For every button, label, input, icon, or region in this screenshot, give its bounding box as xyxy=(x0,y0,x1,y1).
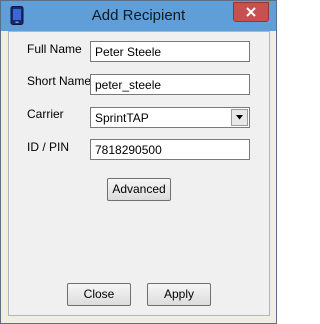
chevron-down-icon xyxy=(236,115,243,120)
id-pin-label: ID / PIN xyxy=(27,140,70,154)
dialog-body: Full Name Short Name Carrier SprintTAP I… xyxy=(8,31,270,316)
add-recipient-dialog: Add Recipient Full Name Short Name Carri… xyxy=(0,0,277,324)
carrier-label: Carrier xyxy=(27,107,64,121)
close-button[interactable]: Close xyxy=(67,283,131,306)
title-bar[interactable]: Add Recipient xyxy=(1,1,276,31)
dropdown-button[interactable] xyxy=(231,109,248,126)
short-name-label: Short Name xyxy=(27,74,92,88)
full-name-field[interactable] xyxy=(90,41,250,62)
id-pin-field[interactable] xyxy=(90,139,250,160)
short-name-field[interactable] xyxy=(90,74,250,95)
carrier-selected-value: SprintTAP xyxy=(95,111,149,125)
advanced-button[interactable]: Advanced xyxy=(107,178,171,201)
carrier-select[interactable]: SprintTAP xyxy=(90,107,250,128)
close-icon xyxy=(246,7,256,17)
window-close-button[interactable] xyxy=(233,2,269,22)
apply-button[interactable]: Apply xyxy=(147,283,211,306)
full-name-label: Full Name xyxy=(27,42,82,56)
